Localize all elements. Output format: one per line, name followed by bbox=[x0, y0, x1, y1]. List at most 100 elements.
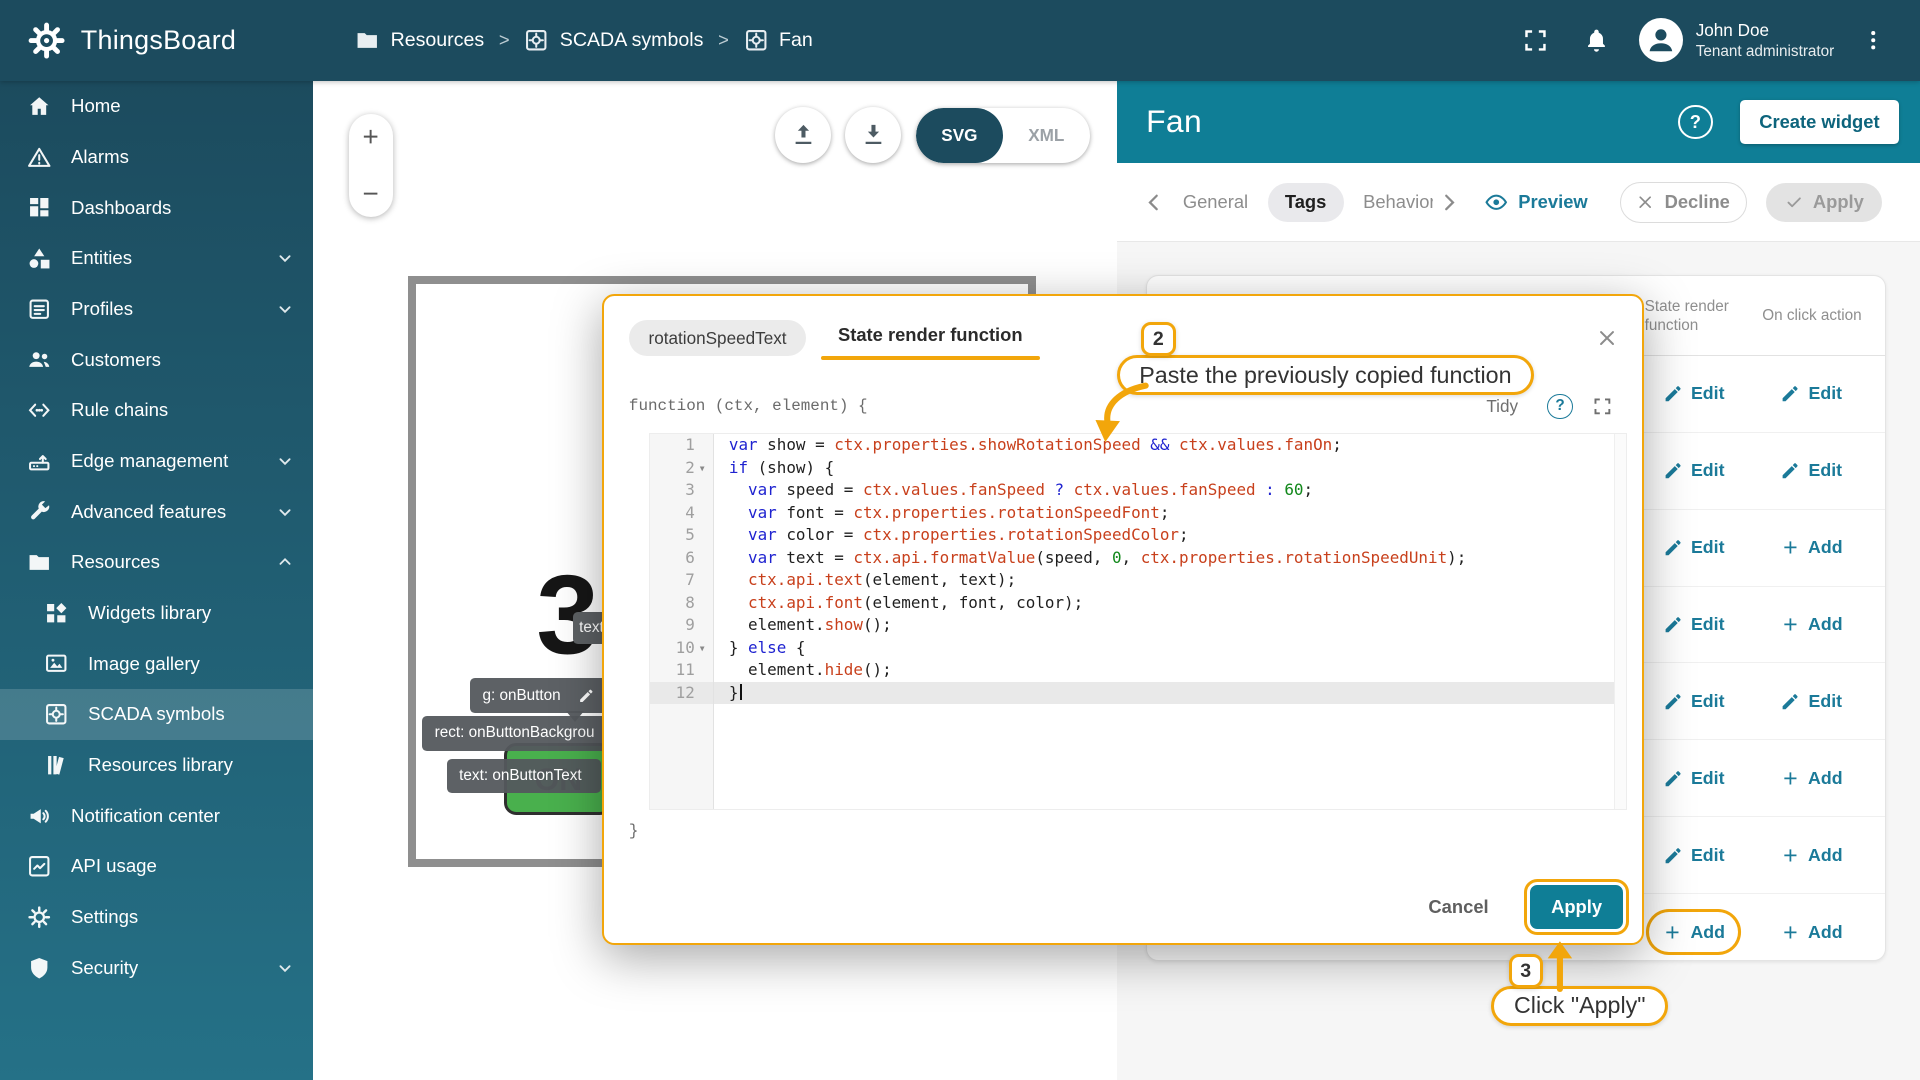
download-button[interactable] bbox=[844, 106, 902, 163]
toggle-svg[interactable]: SVG bbox=[915, 107, 1003, 163]
sidebar-item-api-usage[interactable]: API usage bbox=[0, 841, 313, 892]
breadcrumb-item[interactable]: SCADA symbols bbox=[524, 28, 703, 52]
avatar[interactable] bbox=[1639, 18, 1684, 63]
edit-button[interactable]: Edit bbox=[1649, 681, 1738, 722]
widgets-icon bbox=[44, 601, 68, 625]
tab-tags[interactable]: Tags bbox=[1267, 182, 1344, 222]
code-line[interactable]: } else { bbox=[714, 637, 1626, 660]
sidebar-item-rule-chains[interactable]: Rule chains bbox=[0, 385, 313, 436]
edit-button[interactable]: Edit bbox=[1649, 604, 1738, 645]
chevron-right-icon[interactable] bbox=[1435, 189, 1462, 216]
more-menu-icon[interactable] bbox=[1861, 28, 1885, 52]
apply-button-disabled[interactable]: Apply bbox=[1766, 182, 1883, 222]
tag-chip-onbuttontext[interactable]: text: onButtonText bbox=[446, 759, 602, 794]
zoom-control bbox=[348, 113, 394, 217]
code-line[interactable]: var show = ctx.properties.showRotationSp… bbox=[714, 434, 1626, 457]
sidebar-item-resources-library[interactable]: Resources library bbox=[0, 740, 313, 791]
button-label: Add bbox=[1808, 767, 1843, 788]
add-button[interactable]: Add bbox=[1766, 604, 1856, 645]
code-line[interactable]: element.show(); bbox=[714, 614, 1626, 637]
edit-button[interactable]: Edit bbox=[1649, 527, 1738, 568]
button-label: Edit bbox=[1690, 537, 1725, 558]
button-label: Edit bbox=[1690, 614, 1725, 634]
sidebar-item-customers[interactable]: Customers bbox=[0, 334, 313, 385]
tutorial-step3-label: Click "Apply" bbox=[1491, 985, 1669, 1027]
notifications-bell-icon[interactable] bbox=[1583, 27, 1610, 54]
tidy-button[interactable]: Tidy bbox=[1479, 395, 1525, 418]
code-line[interactable]: } bbox=[714, 681, 1626, 705]
code-line[interactable]: var font = ctx.properties.rotationSpeedF… bbox=[714, 502, 1626, 525]
add-button[interactable]: Add bbox=[1649, 912, 1739, 953]
dialog-close-icon[interactable] bbox=[1596, 327, 1618, 349]
sidebar-item-edge-management[interactable]: Edge management bbox=[0, 436, 313, 487]
code-line[interactable]: ctx.api.text(element, text); bbox=[714, 569, 1626, 592]
code-line[interactable]: element.hide(); bbox=[714, 659, 1626, 682]
chevron-down-icon bbox=[274, 298, 296, 320]
plus-icon bbox=[1780, 922, 1801, 943]
sidebar-item-image-gallery[interactable]: Image gallery bbox=[0, 638, 313, 689]
line-number: 12 bbox=[649, 681, 714, 705]
tag-chip-onbuttonbackground[interactable]: rect: onButtonBackgrou bbox=[422, 716, 610, 751]
breadcrumb-label: Fan bbox=[779, 28, 813, 51]
table-cell: Edit bbox=[1635, 450, 1753, 491]
create-widget-button[interactable]: Create widget bbox=[1739, 99, 1900, 144]
code-help-icon[interactable]: ? bbox=[1547, 393, 1573, 420]
code-line[interactable]: if (show) { bbox=[714, 457, 1626, 480]
rule-chains-icon bbox=[27, 398, 51, 422]
sidebar-item-alarms[interactable]: Alarms bbox=[0, 132, 313, 183]
code-line[interactable]: var text = ctx.api.formatValue(speed, 0,… bbox=[714, 547, 1626, 570]
tab-general[interactable]: General bbox=[1171, 183, 1261, 222]
tab-behavior[interactable]: Behavior bbox=[1351, 183, 1433, 222]
code-lines[interactable]: var show = ctx.properties.showRotationSp… bbox=[714, 434, 1626, 809]
sidebar-item-widgets-library[interactable]: Widgets library bbox=[0, 588, 313, 639]
sidebar-item-security[interactable]: Security bbox=[0, 943, 313, 994]
preview-button[interactable]: Preview bbox=[1477, 189, 1595, 216]
add-button[interactable]: Add bbox=[1766, 912, 1856, 953]
fullscreen-icon[interactable] bbox=[1522, 27, 1549, 54]
help-icon[interactable]: ? bbox=[1678, 104, 1713, 140]
tag-chip-onbutton[interactable]: g: onButton bbox=[470, 678, 608, 713]
zoom-in-icon[interactable] bbox=[359, 125, 382, 148]
breadcrumb-item[interactable]: Fan bbox=[744, 28, 813, 52]
toggle-xml[interactable]: XML bbox=[1003, 108, 1090, 163]
code-line[interactable]: var speed = ctx.values.fanSpeed ? ctx.va… bbox=[714, 479, 1626, 502]
edit-button[interactable]: Edit bbox=[1767, 450, 1856, 491]
sidebar-item-notification-center[interactable]: Notification center bbox=[0, 790, 313, 841]
add-button[interactable]: Add bbox=[1766, 835, 1856, 876]
code-line[interactable]: var color = ctx.properties.rotationSpeed… bbox=[714, 524, 1626, 547]
sidebar-item-scada-symbols[interactable]: SCADA symbols bbox=[0, 689, 314, 740]
sidebar-item-resources[interactable]: Resources bbox=[0, 537, 313, 588]
add-button[interactable]: Add bbox=[1766, 527, 1856, 568]
chevron-left-icon[interactable] bbox=[1141, 189, 1168, 216]
code-editor[interactable]: 1 2 ▾ 3 4 5 6 7 8 9 10 ▾ 11 12 var show = ctx.propert… bbox=[648, 433, 1627, 811]
brand[interactable]: ThingsBoard bbox=[0, 21, 313, 60]
zoom-out-icon[interactable] bbox=[359, 182, 382, 205]
sidebar: Home Alarms Dashboards Entities Profiles Cust… bbox=[0, 80, 314, 1080]
apply-button[interactable]: Apply bbox=[1524, 878, 1629, 935]
sidebar-item-settings[interactable]: Settings bbox=[0, 892, 313, 943]
edit-button[interactable]: Edit bbox=[1767, 374, 1856, 415]
pencil-icon[interactable] bbox=[578, 687, 595, 704]
sidebar-item-home[interactable]: Home bbox=[0, 81, 313, 132]
edit-button[interactable]: Edit bbox=[1649, 835, 1738, 876]
cancel-button[interactable]: Cancel bbox=[1421, 894, 1496, 918]
plus-icon bbox=[1662, 922, 1683, 943]
edit-button[interactable]: Edit bbox=[1649, 758, 1738, 799]
editor-scrollbar[interactable] bbox=[1613, 434, 1626, 810]
sidebar-item-entities[interactable]: Entities bbox=[0, 233, 313, 284]
add-button[interactable]: Add bbox=[1766, 758, 1856, 799]
expand-editor-icon[interactable] bbox=[1592, 396, 1613, 417]
upload-button[interactable] bbox=[775, 106, 832, 163]
edit-button[interactable]: Edit bbox=[1649, 374, 1738, 415]
dialog-tab-state-render-function[interactable]: State render function bbox=[820, 317, 1040, 360]
sidebar-item-dashboards[interactable]: Dashboards bbox=[0, 182, 313, 233]
decline-button[interactable]: Decline bbox=[1619, 181, 1747, 223]
sidebar-item-label: Customers bbox=[71, 348, 161, 370]
breadcrumb-item[interactable]: Resources bbox=[355, 28, 484, 52]
sidebar-item-profiles[interactable]: Profiles bbox=[0, 284, 313, 335]
sidebar-item-advanced-features[interactable]: Advanced features bbox=[0, 486, 313, 537]
code-line[interactable]: ctx.api.font(element, font, color); bbox=[714, 592, 1626, 615]
user-menu[interactable]: John Doe Tenant administrator bbox=[1639, 18, 1834, 63]
edit-button[interactable]: Edit bbox=[1767, 681, 1856, 722]
edit-button[interactable]: Edit bbox=[1649, 450, 1738, 491]
